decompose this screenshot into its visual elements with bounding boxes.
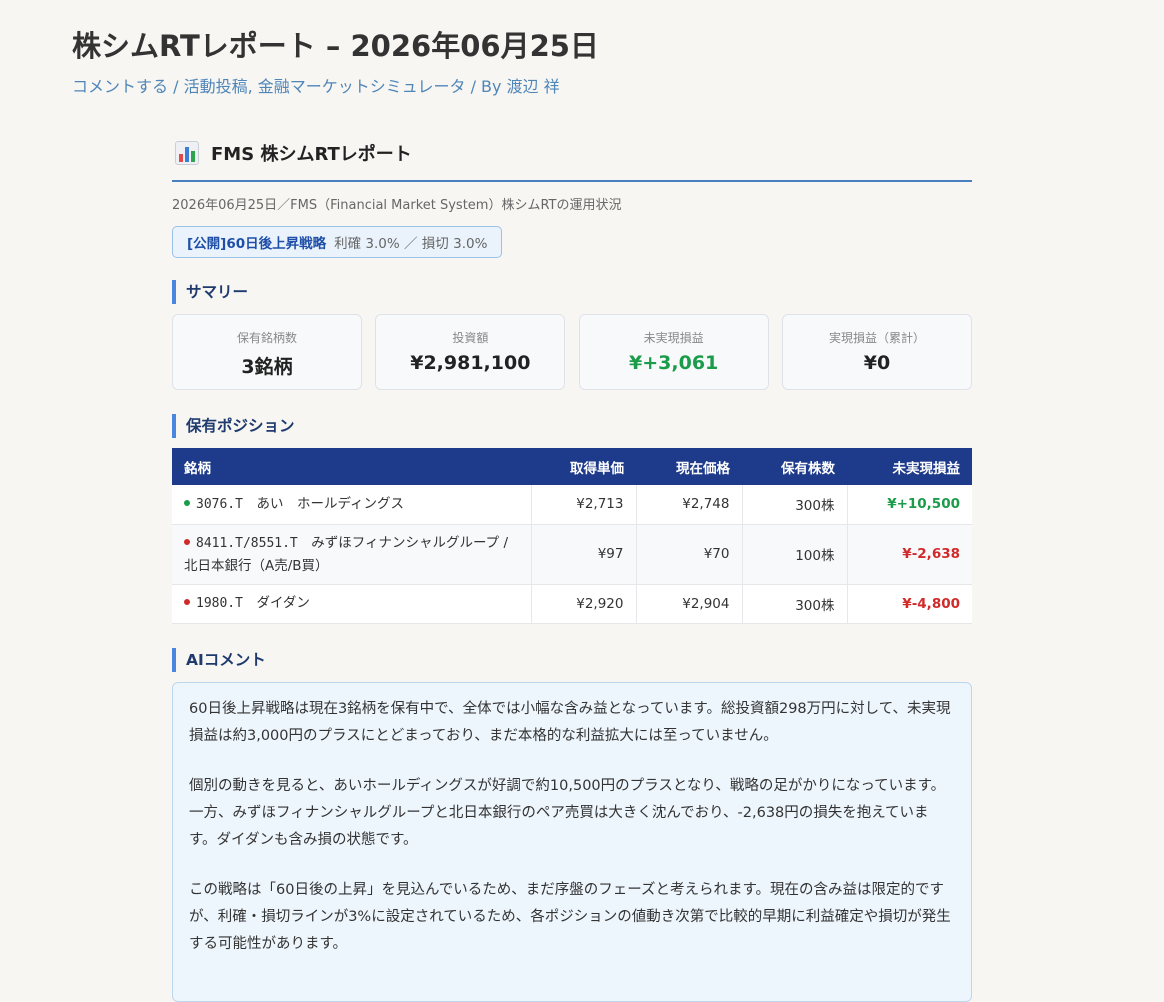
ai-comment-paragraph: この戦略は「60日後の上昇」を見込んでいるため、まだ序盤のフェーズと考えられます… (189, 881, 951, 952)
summary-cards: 保有銘柄数 3銘柄 投資額 ¥2,981,100 未実現損益 ¥+3,061 実… (172, 314, 972, 390)
meta-separator: / (470, 77, 476, 96)
summary-card-holdings: 保有銘柄数 3銘柄 (172, 314, 362, 390)
price-cell: ¥2,904 (635, 584, 742, 624)
report-header: FMS 株シムRTレポート (172, 138, 972, 182)
strategy-params: 利確 3.0% ／ 損切 3.0% (334, 236, 488, 252)
column-header-cost: 取得単価 (531, 448, 636, 485)
pnl-cell: ¥-4,800 (846, 584, 972, 624)
symbol-cell: 3076.T あい ホールディングス (172, 485, 531, 525)
shares-cell: 100株 (741, 524, 847, 585)
symbol-cell: 8411.T/8551.T みずほフィナンシャルグループ / 北日本銀行（A売/… (172, 524, 531, 585)
column-header-unrealized-pnl: 未実現損益 (847, 448, 972, 485)
author-label: By (481, 77, 502, 96)
category-link-market-simulator[interactable]: 金融マーケットシミュレータ (258, 77, 466, 96)
ai-comment-heading: AIコメント (172, 647, 972, 672)
strategy-name: [公開]60日後上昇戦略 (187, 236, 327, 252)
table-row: 3076.T あい ホールディングス ¥2,713 ¥2,748 300株 ¥+… (172, 485, 972, 525)
company-name: あい ホールディングス (256, 495, 405, 512)
table-row: 8411.T/8551.T みずほフィナンシャルグループ / 北日本銀行（A売/… (172, 524, 972, 585)
ticker-code: 1980.T (196, 596, 243, 611)
ticker-code: 3076.T (196, 496, 243, 512)
report-title: FMS 株シムRTレポート (211, 144, 412, 165)
shares-cell: 300株 (741, 584, 847, 624)
category-separator: , (247, 77, 258, 96)
report: FMS 株シムRTレポート 2026年06月25日／FMS（Financial … (172, 138, 972, 1002)
price-cell: ¥70 (635, 524, 742, 585)
summary-card-unrealized-pnl: 未実現損益 ¥+3,061 (578, 314, 769, 390)
card-value: ¥+3,061 (629, 352, 719, 374)
card-label: 投資額 (452, 331, 489, 345)
cost-cell: ¥2,713 (530, 485, 636, 525)
loss-indicator-dot (184, 538, 190, 545)
card-label: 実現損益（累計） (828, 331, 925, 345)
ai-comment-box: 60日後上昇戦略は現在3銘柄を保有中で、全体では小幅な含み益となっています。総投… (172, 681, 972, 1002)
post-header: 株シムRTレポート – 2026年06月25日 コメントする / 活動投稿, 金… (72, 26, 1092, 98)
card-value: ¥2,981,100 (410, 352, 531, 374)
card-label: 保有銘柄数 (236, 331, 297, 345)
summary-card-realized-pnl: 実現損益（累計） ¥0 (781, 314, 972, 390)
post-meta: コメントする / 活動投稿, 金融マーケットシミュレータ / By 渡辺 祥 (72, 76, 1092, 98)
summary-card-investment: 投資額 ¥2,981,100 (375, 314, 566, 390)
column-header-price: 現在価格 (636, 448, 742, 485)
positions-heading: 保有ポジション (172, 414, 972, 438)
bar-chart-icon (175, 141, 199, 165)
loss-indicator-dot (184, 599, 190, 605)
cost-cell: ¥97 (530, 524, 636, 585)
company-name: ダイダン (256, 595, 310, 611)
symbol-cell: 1980.T ダイダン (172, 584, 531, 624)
cost-cell: ¥2,920 (530, 584, 636, 624)
post-title: 株シムRTレポート – 2026年06月25日 (72, 29, 599, 63)
comment-link[interactable]: コメントする (72, 77, 168, 96)
column-header-shares: 保有株数 (742, 448, 847, 485)
table-header-row: 銘柄 取得単価 現在価格 保有株数 未実現損益 (172, 448, 972, 485)
strategy-badge: [公開]60日後上昇戦略 利確 3.0% ／ 損切 3.0% (172, 226, 503, 258)
shares-cell: 300株 (741, 485, 847, 525)
price-cell: ¥2,748 (635, 485, 742, 525)
category-link-activity[interactable]: 活動投稿 (184, 77, 248, 96)
author-link[interactable]: 渡辺 祥 (507, 77, 560, 96)
summary-heading: サマリー (172, 280, 972, 304)
column-header-symbol: 銘柄 (172, 448, 531, 485)
card-value: 3銘柄 (241, 356, 293, 378)
report-subtitle: 2026年06月25日／FMS（Financial Market System）… (172, 198, 622, 213)
meta-separator: / (173, 77, 179, 96)
card-label: 未実現損益 (643, 331, 704, 345)
ai-comment-paragraph: 個別の動きを見ると、あいホールディングスが好調で約10,500円のプラスとなり、… (189, 777, 946, 848)
card-value: ¥0 (863, 352, 891, 374)
ticker-code: 8411.T/8551.T (196, 535, 298, 551)
gain-indicator-dot (184, 499, 190, 506)
pnl-cell: ¥-2,638 (846, 524, 972, 585)
positions-table: 銘柄 取得単価 現在価格 保有株数 未実現損益 3076.T あい ホールディン… (172, 448, 972, 624)
table-row: 1980.T ダイダン ¥2,920 ¥2,904 300株 ¥-4,800 (172, 584, 972, 624)
ai-comment-paragraph: 60日後上昇戦略は現在3銘柄を保有中で、全体では小幅な含み益となっています。総投… (189, 700, 951, 744)
pnl-cell: ¥+10,500 (846, 485, 972, 525)
